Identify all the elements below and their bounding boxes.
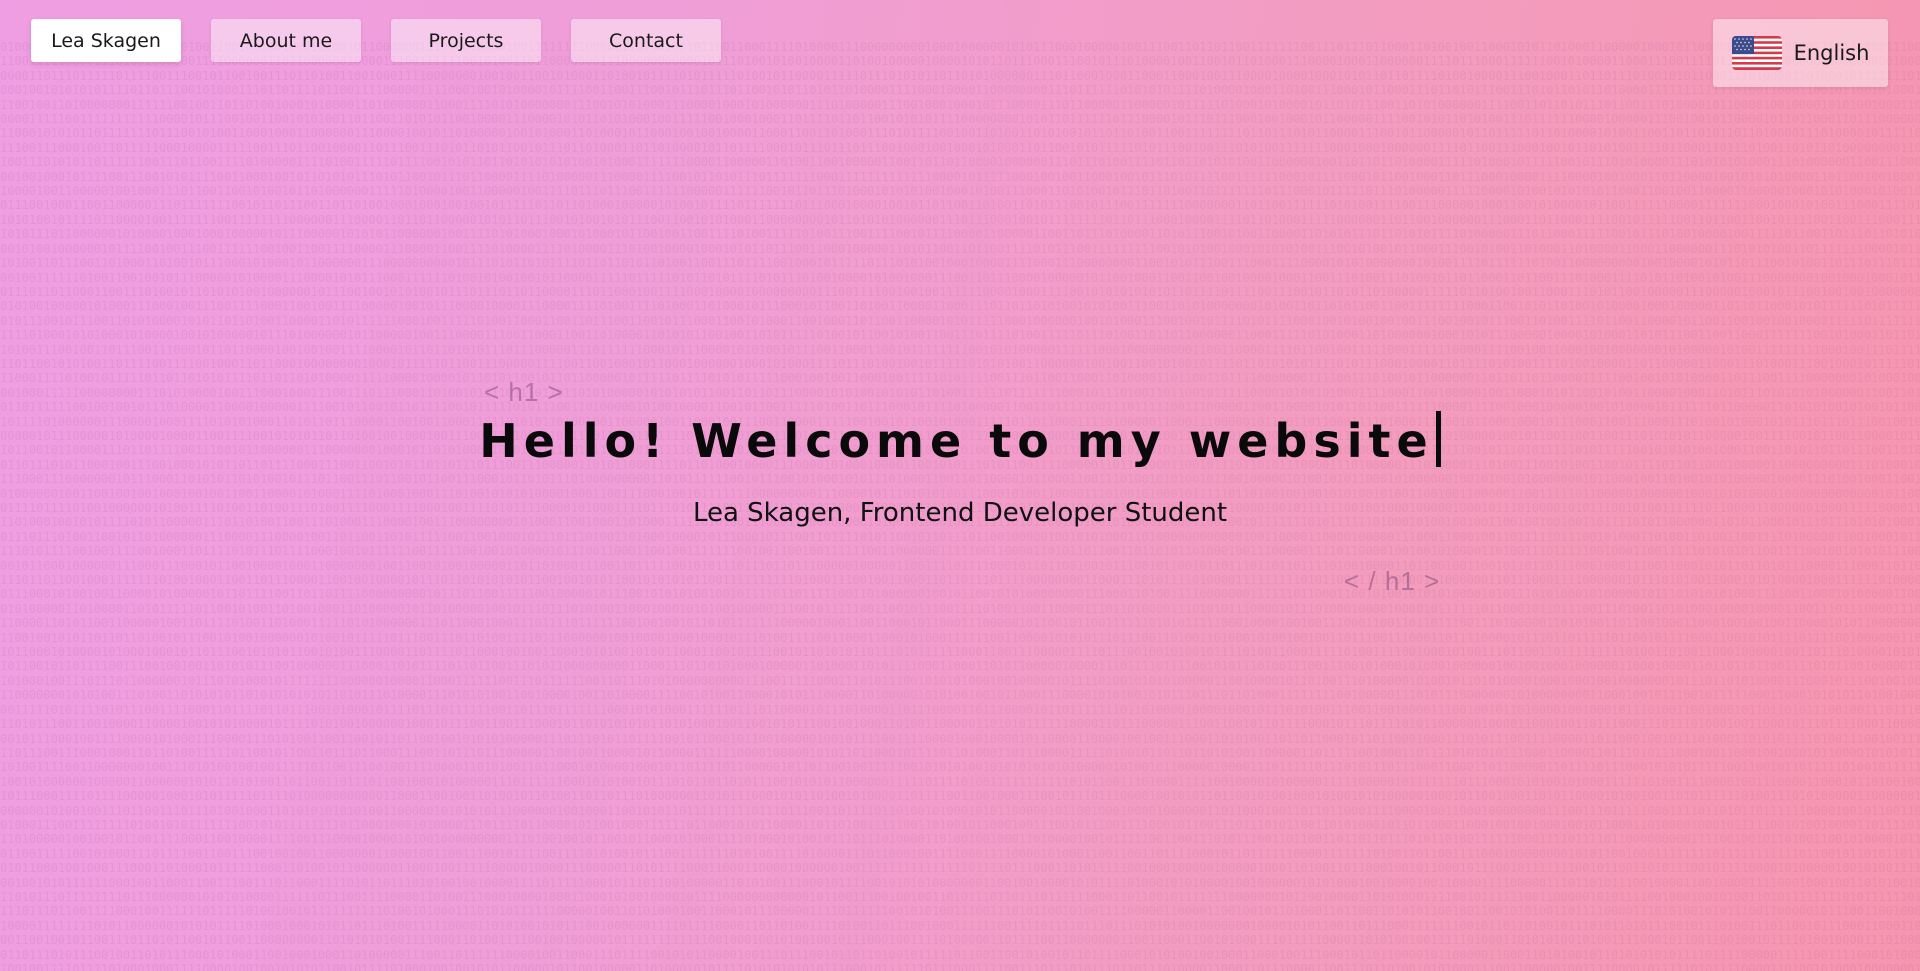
- nav-button-projects[interactable]: Projects: [391, 19, 541, 62]
- language-selector[interactable]: English: [1713, 19, 1888, 87]
- top-nav: Lea Skagen About me Projects Contact: [31, 19, 721, 62]
- page-background: 0100010110011000101000110010011001001001…: [0, 0, 1920, 971]
- nav-button-contact[interactable]: Contact: [571, 19, 721, 62]
- h1-open-tag: < h1 >: [484, 377, 564, 407]
- hero-headline-wrapper: Hello! Welcome to my website: [0, 411, 1920, 468]
- language-label: English: [1793, 41, 1870, 65]
- hero-headline: Hello! Welcome to my website: [479, 411, 1441, 468]
- hero-subtitle: Lea Skagen, Frontend Developer Student: [692, 498, 1228, 528]
- nav-button-home[interactable]: Lea Skagen: [31, 19, 181, 62]
- nav-button-about[interactable]: About me: [211, 19, 361, 62]
- hero-headline-text: Hello! Welcome to my website: [479, 414, 1434, 468]
- typing-cursor: [1435, 411, 1441, 467]
- h1-close-tag: < / h1 >: [1344, 566, 1441, 596]
- us-flag-icon: [1731, 36, 1782, 70]
